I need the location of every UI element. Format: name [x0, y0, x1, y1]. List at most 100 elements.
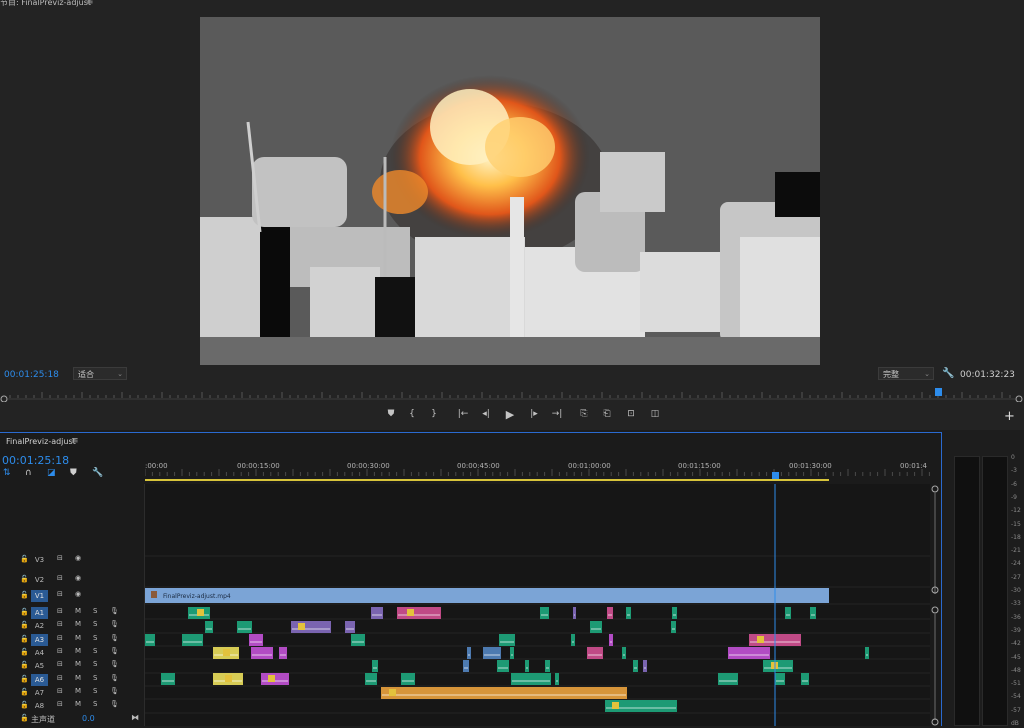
solo-button[interactable]: S	[93, 700, 97, 708]
eye-icon[interactable]: ◉	[75, 590, 81, 598]
audio-clip[interactable]	[401, 673, 415, 685]
microphone-icon[interactable]: 🎙	[110, 620, 119, 628]
track-target-toggle[interactable]: A1	[31, 607, 48, 619]
track-header-v2[interactable]: 🔓 V2 ⊟ ◉	[0, 574, 145, 587]
mute-button[interactable]: M	[75, 607, 81, 615]
lock-icon[interactable]: 🔓	[20, 608, 29, 616]
program-monitor-title[interactable]: 节目: FinalPreviz-adjust	[0, 0, 91, 8]
nest-icon[interactable]: ⇅	[3, 468, 11, 478]
timeline-vertical-scrollbar[interactable]	[930, 484, 940, 726]
audio-clip[interactable]	[609, 634, 613, 646]
go-to-in-icon[interactable]: |←	[456, 409, 470, 419]
audio-clip[interactable]	[555, 673, 559, 685]
track-target-toggle[interactable]: A4	[31, 647, 48, 659]
audio-clip[interactable]	[545, 660, 550, 672]
audio-clip[interactable]	[622, 647, 626, 659]
track-header-a2[interactable]: 🔓 A2 ⊟ M S 🎙	[0, 620, 145, 633]
work-area-bar[interactable]	[145, 479, 829, 481]
program-current-timecode[interactable]: 00:01:25:18	[4, 370, 59, 380]
microphone-icon[interactable]: 🎙	[110, 634, 119, 642]
audio-clip[interactable]	[801, 673, 809, 685]
audio-clip[interactable]	[463, 660, 469, 672]
sync-lock-icon[interactable]: ⊟	[57, 634, 63, 642]
audio-clip[interactable]	[205, 621, 213, 633]
sequence-tab[interactable]: FinalPreviz-adjust	[6, 437, 76, 446]
monitor-playhead[interactable]	[935, 388, 942, 396]
eye-icon[interactable]: ◉	[75, 574, 81, 582]
mute-button[interactable]: M	[75, 634, 81, 642]
solo-button[interactable]: S	[93, 620, 97, 628]
settings-wrench-icon[interactable]: 🔧	[942, 368, 954, 379]
audio-clip[interactable]	[345, 621, 355, 633]
mute-button[interactable]: M	[75, 700, 81, 708]
timeline-current-timecode[interactable]: 00:01:25:18	[2, 454, 69, 467]
audio-clip[interactable]	[510, 647, 514, 659]
step-forward-icon[interactable]: |▸	[527, 409, 541, 419]
lock-icon[interactable]: 🔓	[20, 661, 29, 669]
sync-lock-icon[interactable]: ⊟	[57, 607, 63, 615]
expand-width-icon[interactable]: ⧓	[131, 713, 139, 722]
extract-icon[interactable]: ⎗	[600, 409, 614, 419]
microphone-icon[interactable]: 🎙	[110, 660, 119, 668]
audio-clip[interactable]	[467, 647, 471, 659]
panel-menu-icon[interactable]: ≡	[86, 0, 94, 7]
lock-icon[interactable]: 🔓	[20, 688, 29, 696]
master-volume-value[interactable]: 0.0	[82, 714, 95, 723]
audio-clip[interactable]	[511, 673, 551, 685]
audio-clip[interactable]	[249, 634, 263, 646]
sync-lock-icon[interactable]: ⊟	[57, 700, 63, 708]
audio-clip[interactable]	[161, 673, 175, 685]
audio-clip[interactable]	[587, 647, 603, 659]
microphone-icon[interactable]: 🎙	[110, 607, 119, 615]
playback-resolution-select[interactable]: 完整 ⌄	[878, 367, 934, 380]
linked-selection-icon[interactable]: ◪	[47, 468, 56, 478]
sync-lock-icon[interactable]: ⊟	[57, 620, 63, 628]
track-header-a4[interactable]: 🔓 A4 ⊟ M S 🎙	[0, 647, 145, 660]
audio-clip[interactable]	[810, 607, 816, 619]
audio-clip[interactable]	[483, 647, 501, 659]
solo-button[interactable]: S	[93, 674, 97, 682]
audio-clip[interactable]	[525, 660, 529, 672]
lock-icon[interactable]: 🔓	[20, 675, 29, 683]
audio-clip[interactable]	[633, 660, 638, 672]
timeline-ruler[interactable]: :00:00 00:00:15:00 00:00:30:00 00:00:45:00 0…	[145, 458, 930, 484]
microphone-icon[interactable]: 🎙	[110, 674, 119, 682]
microphone-icon[interactable]: 🎙	[110, 687, 119, 695]
audio-clip[interactable]	[381, 687, 627, 699]
mute-button[interactable]: M	[75, 620, 81, 628]
audio-clip[interactable]	[672, 607, 677, 619]
sync-lock-icon[interactable]: ⊟	[57, 660, 63, 668]
lock-icon[interactable]: 🔓	[20, 591, 29, 599]
track-header-v3[interactable]: 🔓 V3 ⊟ ◉	[0, 554, 145, 567]
microphone-icon[interactable]: 🎙	[110, 700, 119, 708]
mark-out-icon[interactable]: }	[427, 409, 441, 419]
mute-button[interactable]: M	[75, 674, 81, 682]
track-target-toggle[interactable]: A2	[31, 620, 48, 632]
lock-icon[interactable]: 🔓	[20, 635, 29, 643]
lock-icon[interactable]: 🔓	[20, 575, 29, 583]
mute-button[interactable]: M	[75, 687, 81, 695]
mark-in-icon[interactable]: {	[405, 409, 419, 419]
track-header-a3[interactable]: 🔓 A3 ⊟ M S 🎙	[0, 634, 145, 647]
solo-button[interactable]: S	[93, 634, 97, 642]
track-target-toggle[interactable]: V1	[31, 590, 48, 602]
track-target-toggle[interactable]: A8	[31, 700, 48, 712]
audio-clip[interactable]	[785, 607, 791, 619]
audio-clip[interactable]	[728, 647, 770, 659]
lock-icon[interactable]: 🔓	[20, 701, 29, 709]
video-preview[interactable]	[200, 17, 820, 365]
lock-icon[interactable]: 🔓	[20, 714, 29, 722]
audio-clip[interactable]	[865, 647, 869, 659]
audio-clip[interactable]	[590, 621, 602, 633]
audio-clip[interactable]	[540, 607, 549, 619]
add-marker-icon[interactable]: ⛊	[70, 468, 77, 478]
timeline-settings-wrench-icon[interactable]: 🔧	[92, 468, 103, 478]
audio-clip[interactable]	[607, 607, 613, 619]
add-button[interactable]: +	[1004, 409, 1015, 424]
track-target-toggle[interactable]: V2	[31, 574, 48, 586]
mute-button[interactable]: M	[75, 660, 81, 668]
audio-clip[interactable]	[182, 634, 203, 646]
audio-clip[interactable]	[351, 634, 365, 646]
track-header-a5[interactable]: 🔓 A5 ⊟ M S 🎙	[0, 660, 145, 673]
sync-lock-icon[interactable]: ⊟	[57, 574, 63, 582]
